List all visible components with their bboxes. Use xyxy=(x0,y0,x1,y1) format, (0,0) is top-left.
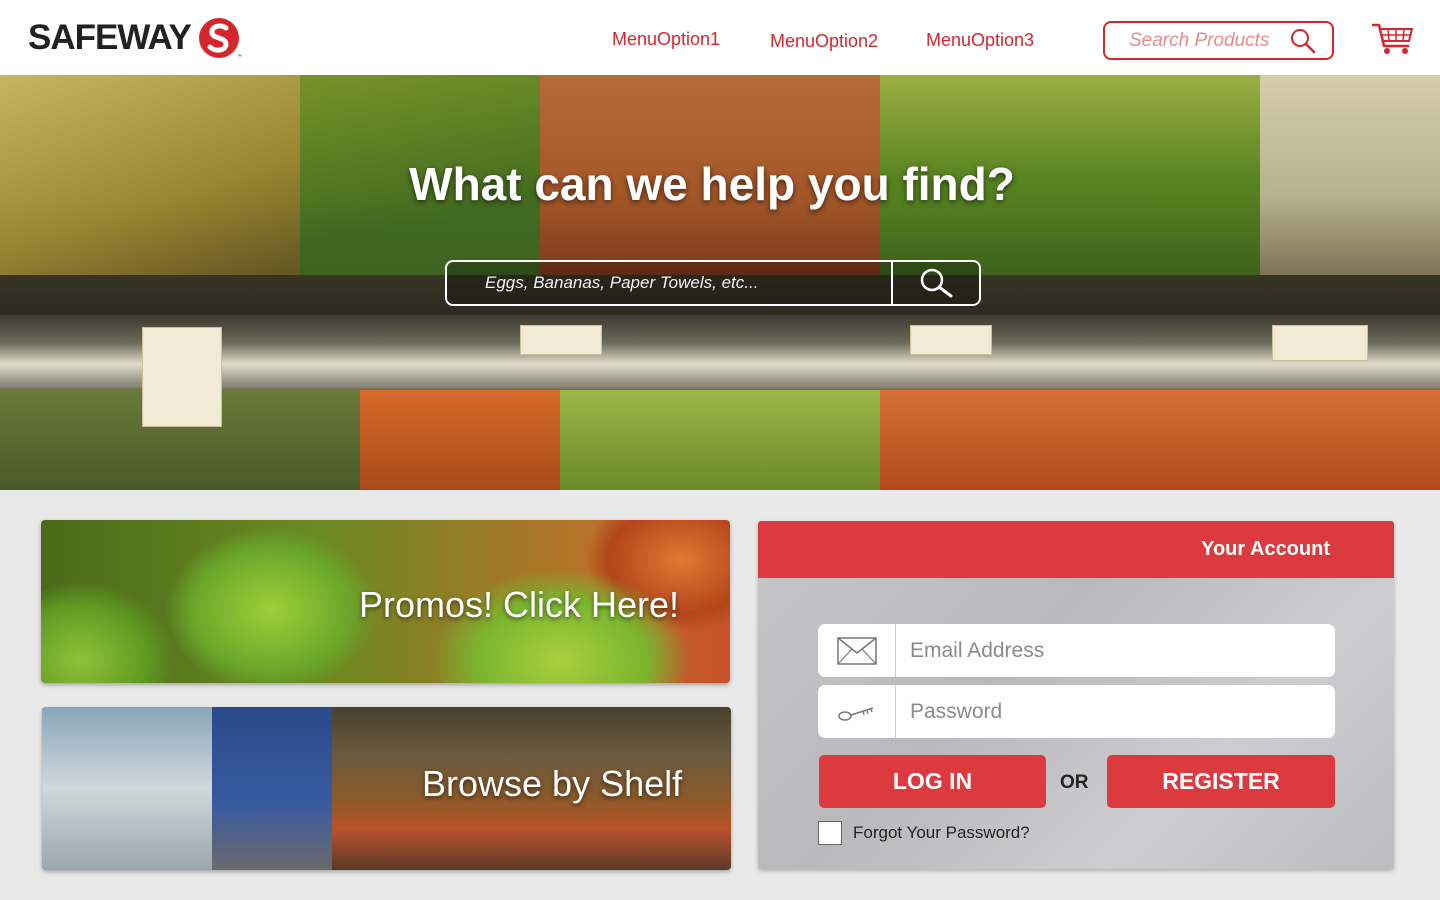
browse-by-shelf-label: Browse by Shelf xyxy=(422,763,683,804)
nav-menu-option-2[interactable]: MenuOption2 xyxy=(770,31,878,52)
produce-photo-region xyxy=(360,390,560,490)
hero-search-box xyxy=(445,260,981,306)
hero-banner: What can we help you find? xyxy=(0,75,1440,490)
store-photo-region xyxy=(42,707,212,870)
hero-title: What can we help you find? xyxy=(409,158,1015,210)
email-input[interactable] xyxy=(896,624,1335,677)
produce-photo-region xyxy=(880,390,1440,490)
price-tag-image xyxy=(520,325,602,355)
password-field xyxy=(818,685,1335,738)
register-button[interactable]: REGISTER xyxy=(1107,755,1335,808)
forgot-password-label[interactable]: Forgot Your Password? xyxy=(853,823,1030,843)
forgot-password-row: Forgot Your Password? xyxy=(818,821,1030,845)
logo-text: SAFEWAY xyxy=(28,18,192,57)
price-tag-image xyxy=(910,325,992,355)
svg-text:™: ™ xyxy=(237,54,242,60)
account-header: Your Account xyxy=(758,521,1394,578)
envelope-icon-wrap xyxy=(818,624,896,677)
search-icon xyxy=(920,268,953,298)
top-header: SAFEWAY ™ MenuOption1 MenuOption2 MenuOp… xyxy=(0,0,1440,75)
produce-photo-region xyxy=(560,390,880,490)
nav-menu-option-3[interactable]: MenuOption3 xyxy=(926,30,1034,51)
key-icon xyxy=(837,706,873,721)
forgot-password-checkbox[interactable] xyxy=(818,821,842,845)
or-divider-label: OR xyxy=(1060,772,1089,793)
hero-search-button[interactable] xyxy=(891,262,979,304)
price-tag-image xyxy=(142,327,222,427)
email-field xyxy=(818,624,1335,677)
price-tag-image xyxy=(1272,325,1368,361)
safeway-s-mark-icon: ™ xyxy=(198,18,242,60)
promos-card-label: Promos! Click Here! xyxy=(359,584,680,625)
header-search-input[interactable] xyxy=(1129,29,1289,52)
promos-card[interactable]: Promos! Click Here! xyxy=(41,520,730,683)
password-input[interactable] xyxy=(896,685,1335,738)
envelope-icon xyxy=(836,636,877,665)
account-title: Your Account xyxy=(1201,538,1330,560)
nav-menu-option-1[interactable]: MenuOption1 xyxy=(612,29,720,50)
safeway-logo[interactable]: SAFEWAY ™ xyxy=(28,14,245,62)
shopping-cart-icon[interactable] xyxy=(1372,22,1414,56)
hero-search-input[interactable] xyxy=(447,262,891,304)
header-search-box xyxy=(1103,21,1334,60)
key-icon-wrap xyxy=(818,685,896,738)
store-photo-region xyxy=(212,707,332,870)
account-panel: Your Account LOG IN OR REGISTER Forgot Y… xyxy=(758,521,1394,869)
browse-by-shelf-card[interactable]: Browse by Shelf xyxy=(42,707,731,870)
search-icon[interactable] xyxy=(1290,28,1316,54)
login-button[interactable]: LOG IN xyxy=(819,755,1046,808)
